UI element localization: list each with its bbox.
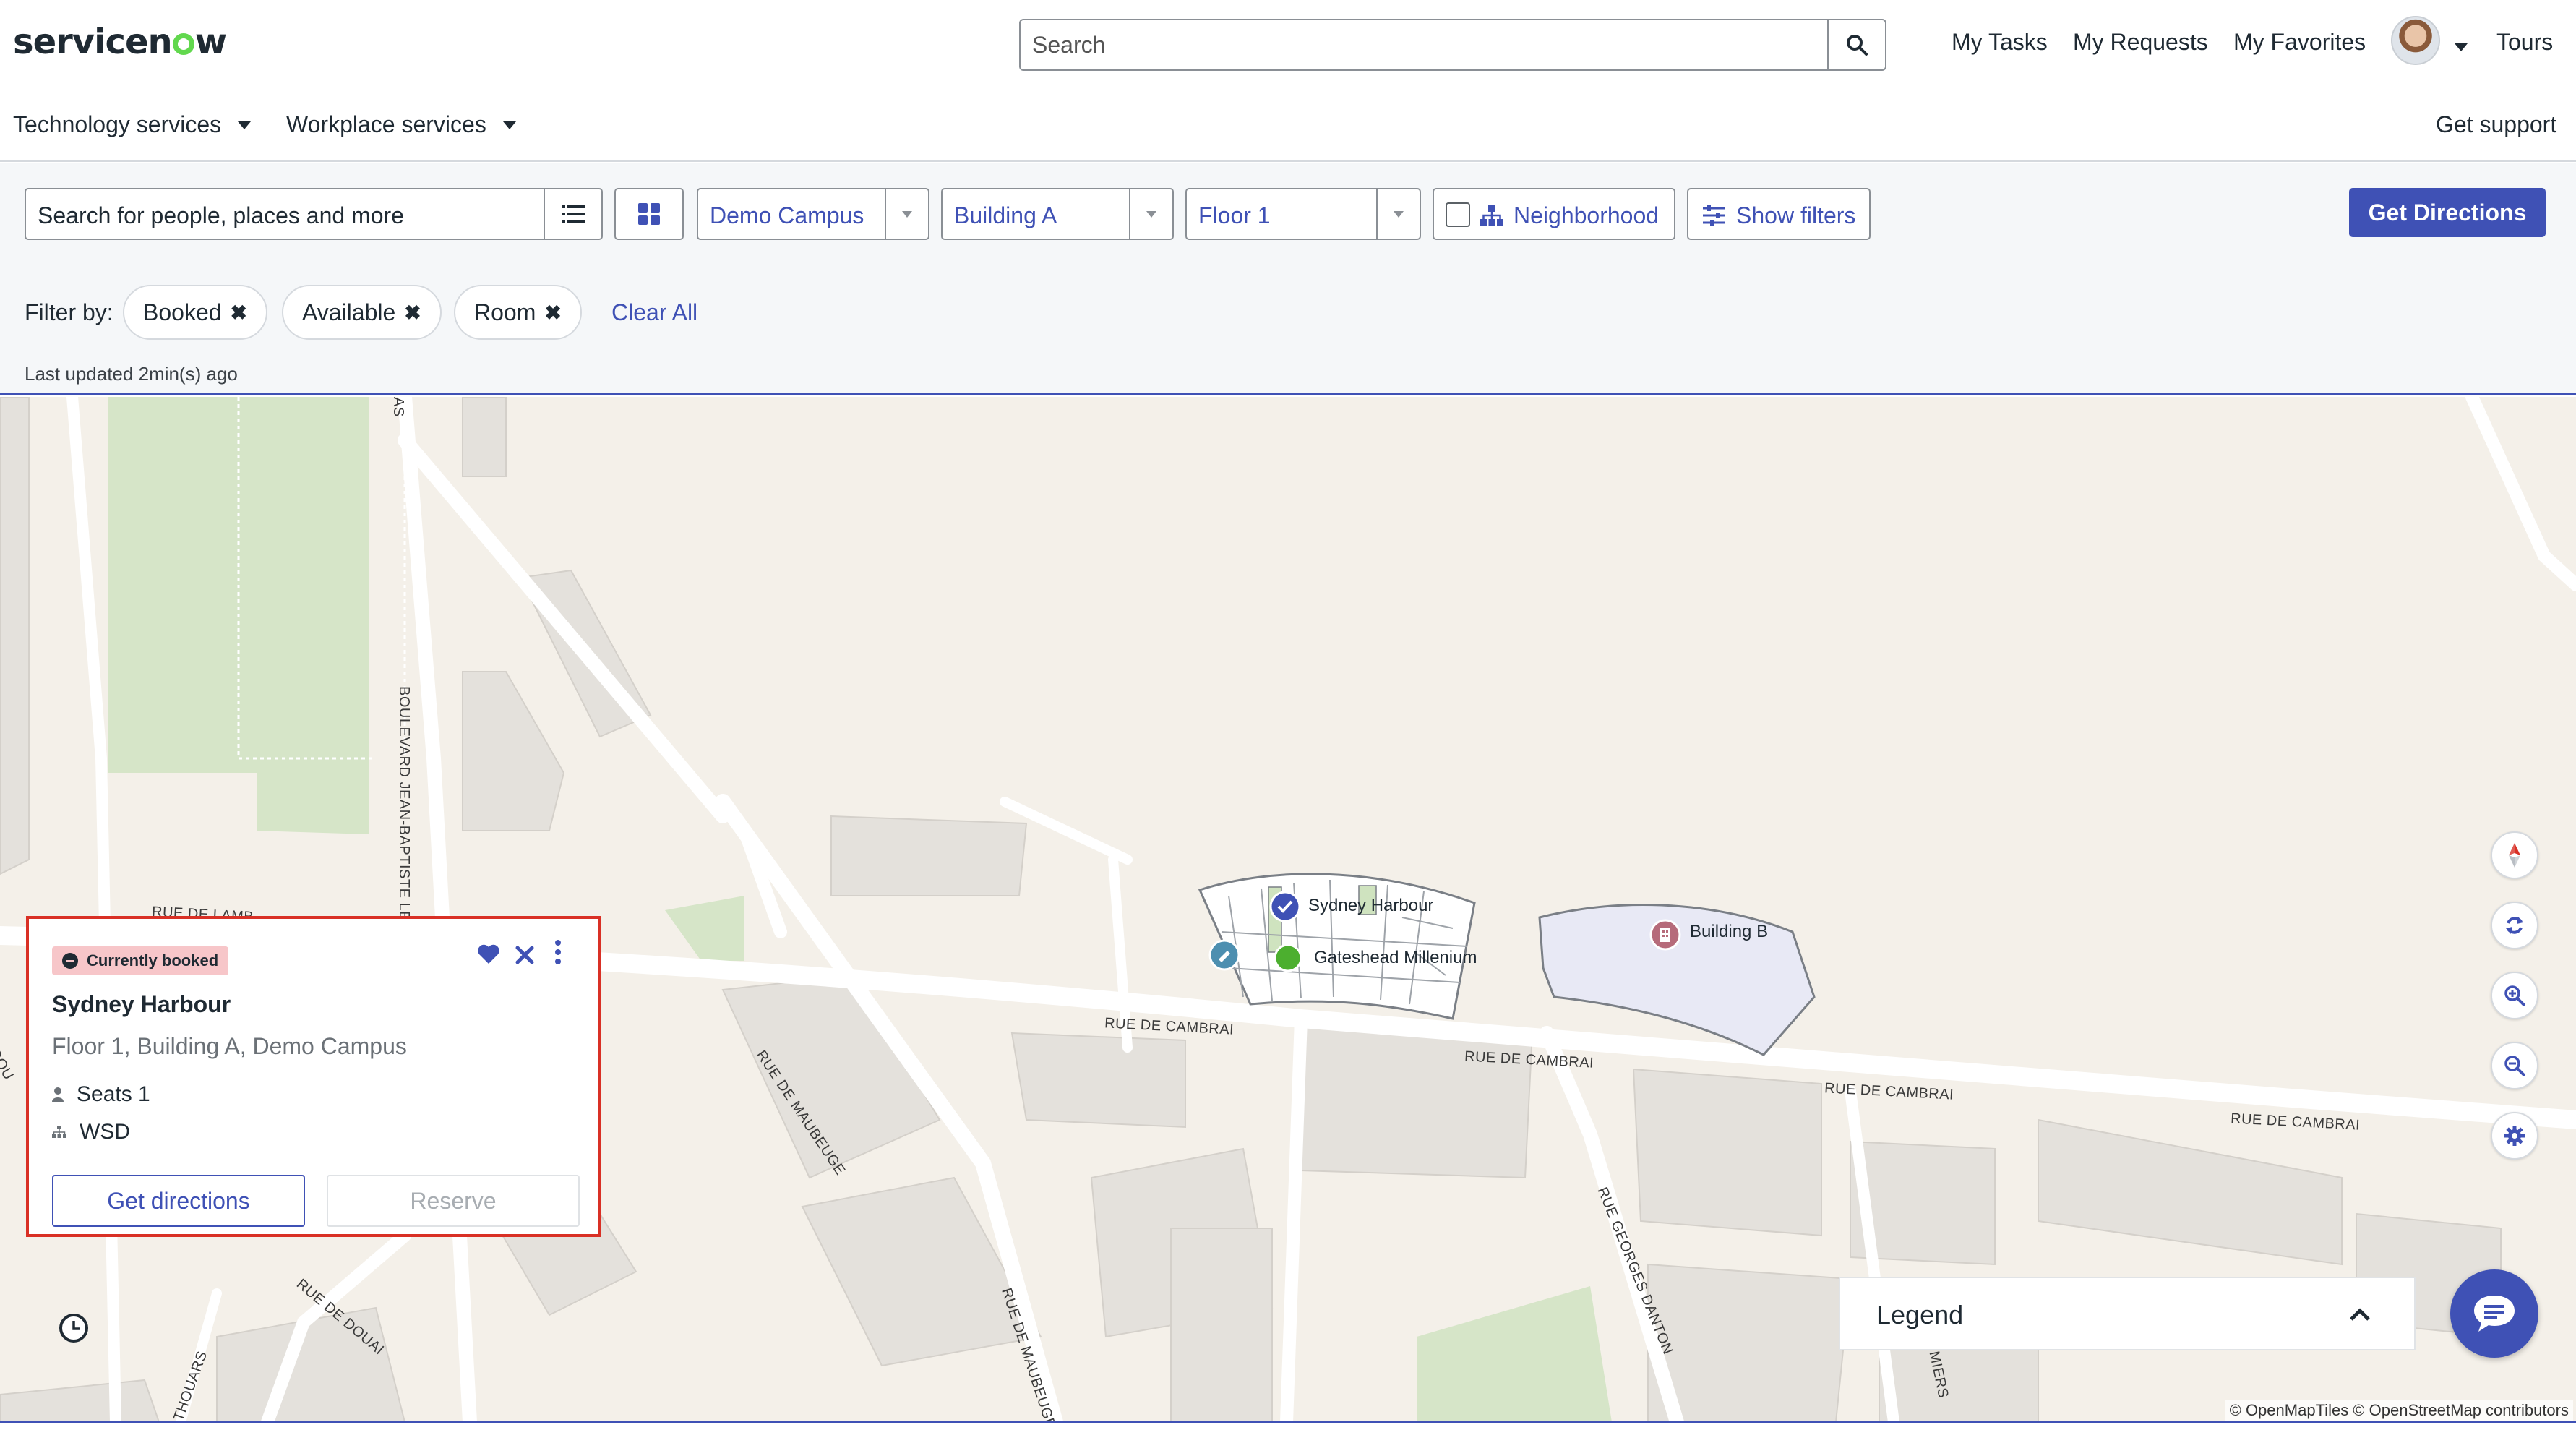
- map-settings-button[interactable]: [2491, 1112, 2538, 1160]
- campus-select[interactable]: Demo Campus: [697, 188, 929, 240]
- zoom-out-button[interactable]: [2491, 1042, 2538, 1089]
- get-directions-button[interactable]: Get Directions: [2349, 188, 2546, 237]
- zoom-in-icon: [2504, 985, 2525, 1006]
- global-search[interactable]: [1019, 19, 1886, 71]
- chat-button[interactable]: [2450, 1269, 2538, 1358]
- building-select[interactable]: Building A: [941, 188, 1174, 240]
- sliders-icon: [1703, 205, 1725, 226]
- filter-by-label: Filter by:: [25, 299, 113, 325]
- show-filters-button[interactable]: Show filters: [1687, 188, 1871, 240]
- global-search-input[interactable]: [1021, 20, 1829, 69]
- neighborhood-label: Neighborhood: [1514, 202, 1660, 228]
- zoom-out-icon: [2504, 1056, 2525, 1076]
- workplace-services-menu[interactable]: Workplace services: [286, 111, 516, 138]
- refresh-button[interactable]: [2491, 902, 2538, 949]
- page-footer-strip: [0, 1423, 2576, 1443]
- close-icon[interactable]: [515, 945, 535, 965]
- card-get-directions-button[interactable]: Get directions: [52, 1175, 305, 1227]
- building-select-value: Building A: [954, 202, 1057, 228]
- chevron-down-icon: [238, 121, 252, 129]
- minus-circle-icon: [62, 953, 78, 969]
- booked-check-icon[interactable]: [1269, 891, 1301, 922]
- top-header: servicenw My Tasks My Requests My Favori…: [0, 0, 2576, 87]
- street-label: AS: [390, 397, 406, 417]
- refresh-icon: [2506, 917, 2523, 934]
- secondary-nav: Technology services Workplace services G…: [0, 87, 2576, 162]
- chevron-down-icon: [502, 121, 516, 129]
- zoom-in-button[interactable]: [2491, 972, 2538, 1019]
- grid-icon: [638, 203, 660, 225]
- my-favorites-link[interactable]: My Favorites: [2233, 29, 2366, 56]
- space-title: Sydney Harbour: [52, 991, 231, 1017]
- user-avatar[interactable]: [2391, 16, 2440, 65]
- hierarchy-icon: [52, 1126, 66, 1138]
- last-updated-text: Last updated 2min(s) ago: [25, 363, 238, 385]
- get-support-link[interactable]: Get support: [2436, 111, 2556, 138]
- tag-icon[interactable]: [1208, 939, 1240, 971]
- hierarchy-icon: [1480, 205, 1503, 226]
- chat-icon: [2474, 1296, 2515, 1332]
- user-menu-chevron-down-icon[interactable]: [2455, 43, 2468, 51]
- compass-button[interactable]: [2491, 831, 2538, 879]
- space-detail-card: Currently booked Sydney Harbour Floor 1,…: [26, 916, 601, 1237]
- my-tasks-link[interactable]: My Tasks: [1952, 29, 2048, 56]
- grid-view-button[interactable]: [614, 188, 684, 240]
- show-filters-label: Show filters: [1736, 202, 1856, 228]
- campus-select-value: Demo Campus: [710, 202, 864, 228]
- reserve-button[interactable]: Reserve: [327, 1175, 580, 1227]
- filter-panel: Search for people, places and more Demo …: [0, 163, 2576, 395]
- compass-icon: [2509, 843, 2520, 868]
- floor-select[interactable]: Floor 1: [1185, 188, 1421, 240]
- floor-select-value: Floor 1: [1198, 202, 1271, 228]
- filter-chip-available[interactable]: Available ✖: [282, 285, 442, 340]
- people-places-search-label: Search for people, places and more: [38, 202, 404, 228]
- list-icon: [562, 205, 585, 223]
- building-marker-icon[interactable]: [1649, 919, 1681, 951]
- neighborhood-toggle[interactable]: Neighborhood: [1433, 188, 1675, 240]
- servicenow-logo[interactable]: servicen w: [13, 22, 227, 62]
- list-view-button[interactable]: [544, 189, 601, 239]
- search-icon: [1847, 35, 1868, 56]
- filter-chip-room[interactable]: Room ✖: [454, 285, 582, 340]
- map-legend[interactable]: Legend: [1839, 1277, 2416, 1350]
- person-icon: [52, 1087, 64, 1102]
- map-label-sydney-harbour[interactable]: Sydney Harbour: [1308, 896, 1433, 916]
- chevron-down-icon: [885, 189, 928, 239]
- remove-chip-close-icon[interactable]: ✖: [231, 301, 247, 325]
- remove-chip-close-icon[interactable]: ✖: [404, 301, 421, 325]
- remove-chip-close-icon[interactable]: ✖: [544, 301, 561, 325]
- street-label: BOULEVARD JEAN-BAPTISTE LEBAS: [396, 686, 412, 951]
- heart-icon[interactable]: [477, 943, 500, 965]
- status-badge: Currently booked: [52, 946, 229, 975]
- filter-chip-booked[interactable]: Booked ✖: [123, 285, 267, 340]
- legend-label: Legend: [1876, 1300, 1964, 1329]
- type-row: WSD: [52, 1120, 130, 1144]
- chevron-down-icon: [1129, 189, 1172, 239]
- floor-map[interactable]: Sydney Harbour Gateshead Millenium Build…: [0, 397, 2576, 1422]
- neighborhood-checkbox[interactable]: [1446, 202, 1470, 227]
- space-location: Floor 1, Building A, Demo Campus: [52, 1033, 407, 1059]
- more-vertical-icon[interactable]: [554, 939, 562, 965]
- my-requests-link[interactable]: My Requests: [2073, 29, 2208, 56]
- map-attribution[interactable]: © OpenMapTiles © OpenStreetMap contribut…: [2225, 1400, 2573, 1421]
- map-label-gateshead[interactable]: Gateshead Millenium: [1314, 948, 1477, 968]
- map-label-building-b[interactable]: Building B: [1690, 922, 1768, 942]
- available-dot-icon[interactable]: [1274, 943, 1302, 972]
- chevron-down-icon: [1376, 189, 1420, 239]
- search-button[interactable]: [1827, 20, 1885, 69]
- seats-row: Seats 1: [52, 1082, 150, 1107]
- technology-services-menu[interactable]: Technology services: [13, 111, 252, 138]
- chevron-up-icon[interactable]: [2349, 1307, 2371, 1322]
- gear-icon: [2504, 1126, 2525, 1146]
- clock-icon[interactable]: [58, 1312, 90, 1344]
- clear-all-link[interactable]: Clear All: [611, 299, 697, 326]
- people-places-search[interactable]: Search for people, places and more: [25, 188, 603, 240]
- tours-link[interactable]: Tours: [2496, 29, 2553, 56]
